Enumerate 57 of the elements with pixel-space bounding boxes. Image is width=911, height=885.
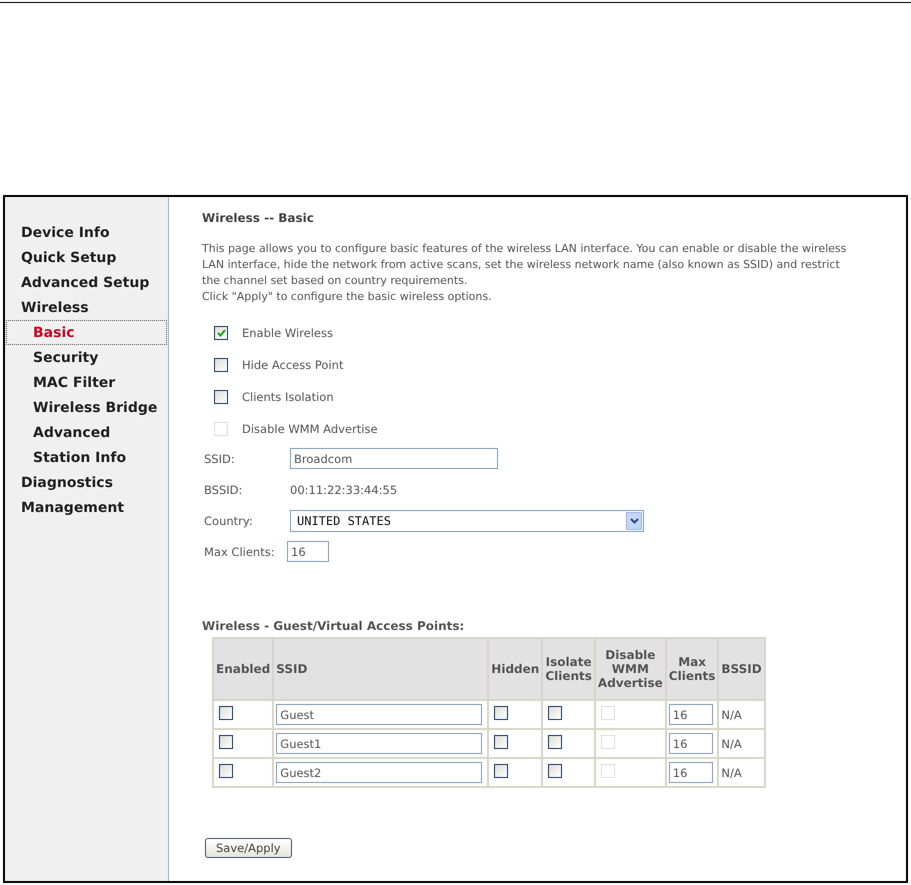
checkbox[interactable] bbox=[219, 706, 233, 720]
checkbox[interactable] bbox=[548, 706, 562, 720]
checkbox-label: Hide Access Point bbox=[242, 358, 344, 372]
max-clients-field[interactable]: 16 bbox=[668, 733, 713, 754]
page-title: Wireless -- Basic bbox=[202, 211, 315, 225]
checkbox[interactable] bbox=[494, 735, 508, 749]
table-title: Wireless - Guest/Virtual Access Points: bbox=[202, 619, 466, 633]
submenu-item[interactable]: Wireless Bridge bbox=[6, 395, 167, 420]
max-clients-field[interactable]: 16 bbox=[668, 762, 713, 783]
ssid-field[interactable]: Broadcom bbox=[290, 448, 498, 469]
table-cell: N/A bbox=[719, 701, 764, 728]
checkbox-label: Clients Isolation bbox=[242, 390, 334, 404]
field-label: BSSID: bbox=[203, 482, 244, 496]
menu-item[interactable]: Diagnostics bbox=[6, 470, 167, 495]
bssid-value: 00:11:22:33:44:55 bbox=[290, 482, 398, 496]
table-cell: N/A bbox=[719, 759, 764, 786]
checkbox[interactable] bbox=[214, 326, 228, 340]
submenu-item[interactable]: Advanced bbox=[6, 420, 167, 445]
checkbox[interactable] bbox=[219, 764, 233, 778]
column-header: BSSID bbox=[719, 639, 764, 699]
menu-item[interactable]: Quick Setup bbox=[6, 245, 167, 270]
ssid-field[interactable]: Guest2 bbox=[276, 762, 482, 783]
column-header: SSID bbox=[274, 639, 488, 699]
column-header: Max Clients bbox=[666, 639, 718, 699]
column-header: Hidden bbox=[489, 639, 542, 699]
menu-item[interactable]: Wireless bbox=[6, 295, 167, 320]
submenu-item[interactable]: Station Info bbox=[6, 445, 167, 470]
checkbox-label: Disable WMM Advertise bbox=[242, 422, 378, 436]
checkbox[interactable] bbox=[214, 358, 228, 372]
menu-item[interactable]: Management bbox=[6, 495, 167, 520]
checkbox[interactable] bbox=[548, 735, 562, 749]
field-label: SSID: bbox=[203, 452, 236, 466]
column-header: Disable WMM Advertise bbox=[596, 639, 665, 699]
menu-item[interactable]: Device Info bbox=[6, 220, 167, 245]
submenu-item[interactable]: Security bbox=[6, 345, 167, 370]
checkbox-label: Enable Wireless bbox=[242, 326, 333, 340]
max-clients-field[interactable]: 16 bbox=[668, 704, 713, 725]
column-header: Enabled bbox=[214, 639, 272, 699]
submenu-item[interactable]: Basic bbox=[6, 320, 167, 345]
field-label: Max Clients: bbox=[203, 544, 276, 558]
field-label: Country: bbox=[203, 514, 254, 528]
ssid-field[interactable]: Guest bbox=[276, 704, 482, 725]
checkbox[interactable] bbox=[214, 390, 228, 404]
checkbox[interactable] bbox=[219, 735, 233, 749]
checkbox[interactable] bbox=[494, 706, 508, 720]
max-clients-field[interactable]: 16 bbox=[287, 541, 329, 562]
country-select[interactable]: UNITED STATES bbox=[290, 510, 644, 532]
description-text: Click "Apply" to configure the basic wireless options. bbox=[202, 289, 493, 305]
checkbox[interactable] bbox=[548, 764, 562, 778]
column-header: Isolate Clients bbox=[543, 639, 594, 699]
ssid-field[interactable]: Guest1 bbox=[276, 733, 482, 754]
table-cell: N/A bbox=[719, 730, 764, 757]
menu-item[interactable]: Advanced Setup bbox=[6, 270, 167, 295]
description-text: This page allows you to configure basic features of the wireless LAN interface. You can enable or disable the wireless LAN interface, hide the network from active scans, set the wireless network name (also known as SSID) and restrict the channel set based on country requirements. bbox=[202, 241, 848, 289]
save-apply-button[interactable]: Save/Apply bbox=[205, 838, 292, 858]
submenu-item[interactable]: MAC Filter bbox=[6, 370, 167, 395]
checkbox[interactable] bbox=[494, 764, 508, 778]
